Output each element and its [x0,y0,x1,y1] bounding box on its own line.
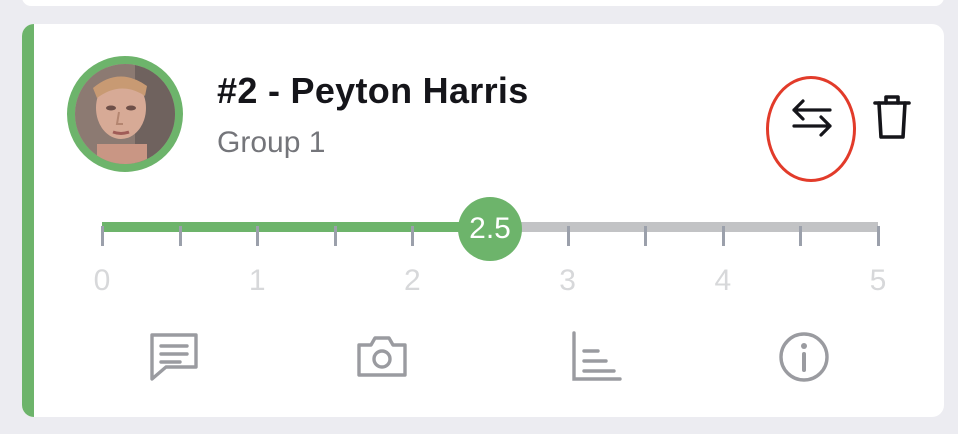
delete-button[interactable] [870,92,914,142]
player-group: Group 1 [217,126,326,159]
score-slider[interactable]: 2.5 [101,197,880,261]
slider-scale-label: 1 [248,264,266,297]
slider-tick [644,226,648,246]
slider-scale-label: 3 [559,264,576,297]
slider-tick [178,226,182,246]
avatar [67,56,183,172]
slider-scale-label: 2 [404,264,421,297]
slider-scale-labels: 0 1 2 3 4 5 [94,264,887,304]
trash-icon [873,95,911,139]
swap-button[interactable] [782,93,842,143]
slider-value: 2.5 [469,212,511,245]
slider-thumb[interactable]: 2.5 [458,197,522,261]
slider-tick [411,226,415,246]
comment-button[interactable] [146,329,202,385]
avatar-photo [75,64,175,164]
camera-icon [357,336,407,377]
slider-tick [101,226,104,246]
info-icon [779,332,829,382]
player-name: #2 - Peyton Harris [217,70,529,111]
slider-tick [799,226,803,246]
slider-tick [256,226,260,246]
slider-tick [721,226,725,246]
slider-scale-label: 0 [93,264,111,297]
player-card: #2 - Peyton Harris Group 1 2.5 0 1 2 3 4 5 [22,24,944,417]
slider-tick [566,226,570,246]
previous-card [22,0,944,6]
info-button[interactable] [776,329,832,385]
comment-icon [150,333,198,381]
camera-button[interactable] [354,329,410,385]
bar-chart-icon [572,331,622,381]
card-accent-bar [22,24,34,417]
slider-scale-label: 4 [714,264,732,297]
slider-tick [877,226,880,246]
stats-button[interactable] [568,329,624,385]
slider-tick [333,226,337,246]
slider-scale-label: 5 [869,264,887,297]
swap-arrows-icon [792,99,832,137]
